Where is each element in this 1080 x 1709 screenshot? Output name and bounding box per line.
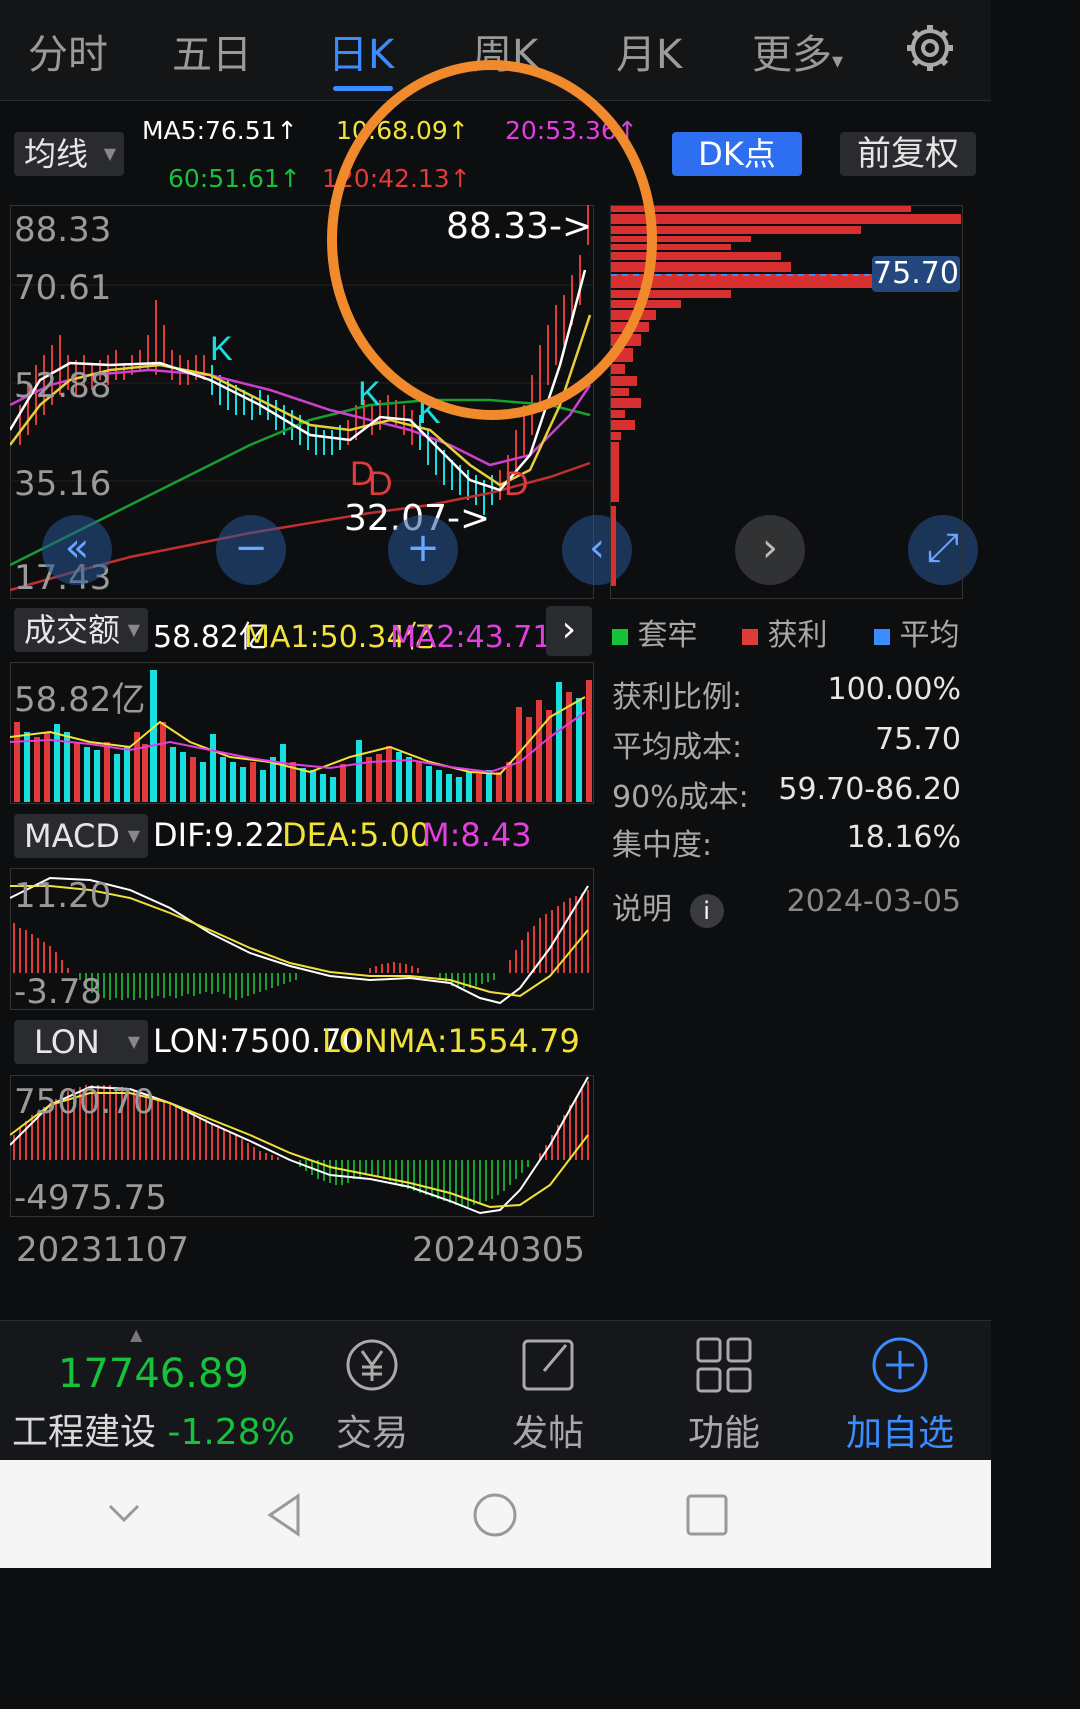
tab-five-day[interactable]: 五日 xyxy=(172,22,252,80)
chevron-down-icon: ▼ xyxy=(127,1032,140,1051)
index-change: -1.28% xyxy=(167,1412,295,1453)
gear-icon[interactable] xyxy=(904,22,956,74)
ma60-value: 60:51.61↑ xyxy=(168,164,301,193)
index-name-label: 工程建设 xyxy=(12,1412,157,1453)
lon-axis-bottom: -4975.75 xyxy=(14,1178,167,1218)
tab-more[interactable]: 更多▾ xyxy=(752,22,843,80)
legend-average-label: 平均 xyxy=(899,618,960,653)
stat-concentration-value: 18.16% xyxy=(846,820,961,855)
function-button[interactable]: 功能 xyxy=(664,1335,784,1456)
chevron-down-icon: ▼ xyxy=(103,144,116,163)
stat-profit-ratio-label: 获利比例: xyxy=(612,680,743,715)
lonma-value: LONMA:1554.79 xyxy=(322,1022,580,1060)
ma-selector-label: 均线 xyxy=(24,135,89,173)
macd-selector[interactable]: MACD ▼ xyxy=(14,814,148,858)
chevron-left-icon: ‹ xyxy=(589,525,605,571)
legend-profit-label: 获利 xyxy=(767,618,828,653)
zoom-in-button[interactable]: + xyxy=(388,515,458,585)
legend-swatch-blue xyxy=(874,629,890,645)
index-value: 17746.89 xyxy=(58,1351,249,1397)
date-end: 20240305 xyxy=(412,1230,586,1270)
macd-dif: DIF:9.22 xyxy=(153,816,286,854)
macd-axis-top: 11.20 xyxy=(14,876,112,916)
dk-point-button[interactable]: DK点 xyxy=(672,132,802,176)
index-name[interactable]: 工程建设 -1.28% xyxy=(12,1403,295,1455)
yen-icon xyxy=(346,1339,398,1391)
stat-90-cost-value: 59.70-86.20 xyxy=(778,772,961,807)
zoom-out-button[interactable]: − xyxy=(216,515,286,585)
back-icon[interactable] xyxy=(262,1492,308,1538)
chevron-right-icon[interactable]: › xyxy=(546,606,592,656)
double-left-icon: « xyxy=(64,525,90,571)
price-axis-label: 88.33 xyxy=(14,210,112,250)
legend-trapped-label: 套牢 xyxy=(637,618,698,653)
volume-axis-top: 58.82亿 xyxy=(14,680,146,720)
forward-adjust-button[interactable]: 前复权 xyxy=(840,132,976,176)
chevron-down-icon[interactable] xyxy=(104,1498,144,1528)
chip-date: 2024-03-05 xyxy=(786,884,961,919)
volume-selector[interactable]: 成交额 ▼ xyxy=(14,608,148,652)
stat-avg-cost-label: 平均成本: xyxy=(612,730,743,765)
legend-swatch-green xyxy=(612,629,628,645)
macd-selector-label: MACD xyxy=(24,817,120,855)
ma-selector[interactable]: 均线 ▼ xyxy=(14,132,124,176)
grid-icon xyxy=(696,1337,752,1393)
note-label: 说明 xyxy=(612,892,672,927)
post-label: 发帖 xyxy=(511,1413,584,1454)
plus-icon: + xyxy=(406,525,440,571)
stat-90-cost-label: 90%成本: xyxy=(612,780,749,815)
price-axis-label: 52.88 xyxy=(14,366,112,406)
scroll-start-button[interactable]: « xyxy=(42,515,112,585)
trade-label: 交易 xyxy=(335,1413,408,1454)
stat-profit-ratio-value: 100.00% xyxy=(827,672,961,707)
price-axis-label: 35.16 xyxy=(14,464,112,504)
bottom-action-bar: ▲ 17746.89 工程建设 -1.28% 交易 发帖 功能 加自选 xyxy=(0,1320,991,1461)
annotation-circle xyxy=(327,60,657,420)
ma5-value: MA5:76.51↑ xyxy=(142,116,298,145)
volume-selector-label: 成交额 xyxy=(24,611,121,649)
chevron-down-icon: ▼ xyxy=(127,826,140,845)
price-axis-label: 70.61 xyxy=(14,268,112,308)
lon-selector[interactable]: LON ▼ xyxy=(14,1020,148,1064)
legend-profit: 获利 xyxy=(742,610,828,654)
chevron-down-icon: ▾ xyxy=(832,49,844,74)
home-icon[interactable] xyxy=(472,1492,518,1538)
legend-swatch-red xyxy=(742,629,758,645)
stat-concentration-label: 集中度: xyxy=(612,828,713,863)
recents-icon[interactable] xyxy=(684,1492,730,1538)
average-cost-tag: 75.70 xyxy=(872,256,960,292)
tab-intraday[interactable]: 分时 xyxy=(28,22,108,80)
trade-button[interactable]: 交易 xyxy=(312,1335,432,1456)
add-watchlist-label: 加自选 xyxy=(845,1413,954,1454)
macd-axis-bottom: -3.78 xyxy=(14,972,102,1012)
macd-dea: DEA:5.00 xyxy=(282,816,431,854)
note-link[interactable]: 说明 i xyxy=(612,884,724,928)
lon-selector-label: LON xyxy=(34,1023,100,1061)
post-button[interactable]: 发帖 xyxy=(488,1335,608,1456)
add-watchlist-button[interactable]: 加自选 xyxy=(840,1335,960,1456)
edit-icon xyxy=(522,1339,574,1391)
chevron-down-icon: ▼ xyxy=(127,620,140,639)
minus-icon: − xyxy=(234,525,268,571)
lon-axis-top: 7500.70 xyxy=(14,1082,155,1122)
dk-point-label: DK点 xyxy=(698,135,776,173)
tab-more-label: 更多 xyxy=(752,32,832,78)
system-nav-bar xyxy=(0,1460,991,1568)
legend-average: 平均 xyxy=(874,610,960,654)
legend-trapped: 套牢 xyxy=(612,610,698,654)
macd-m: M:8.43 xyxy=(422,816,532,854)
info-icon: i xyxy=(689,894,724,928)
signal-k-1: K xyxy=(210,330,233,368)
chevron-up-icon[interactable]: ▲ xyxy=(130,1325,158,1344)
plus-circle-icon xyxy=(872,1337,928,1393)
forward-adjust-label: 前复权 xyxy=(857,134,959,174)
signal-d-3: D xyxy=(504,465,529,503)
function-label: 功能 xyxy=(687,1413,760,1454)
stat-avg-cost-value: 75.70 xyxy=(875,722,961,757)
date-start: 20231107 xyxy=(16,1230,190,1270)
